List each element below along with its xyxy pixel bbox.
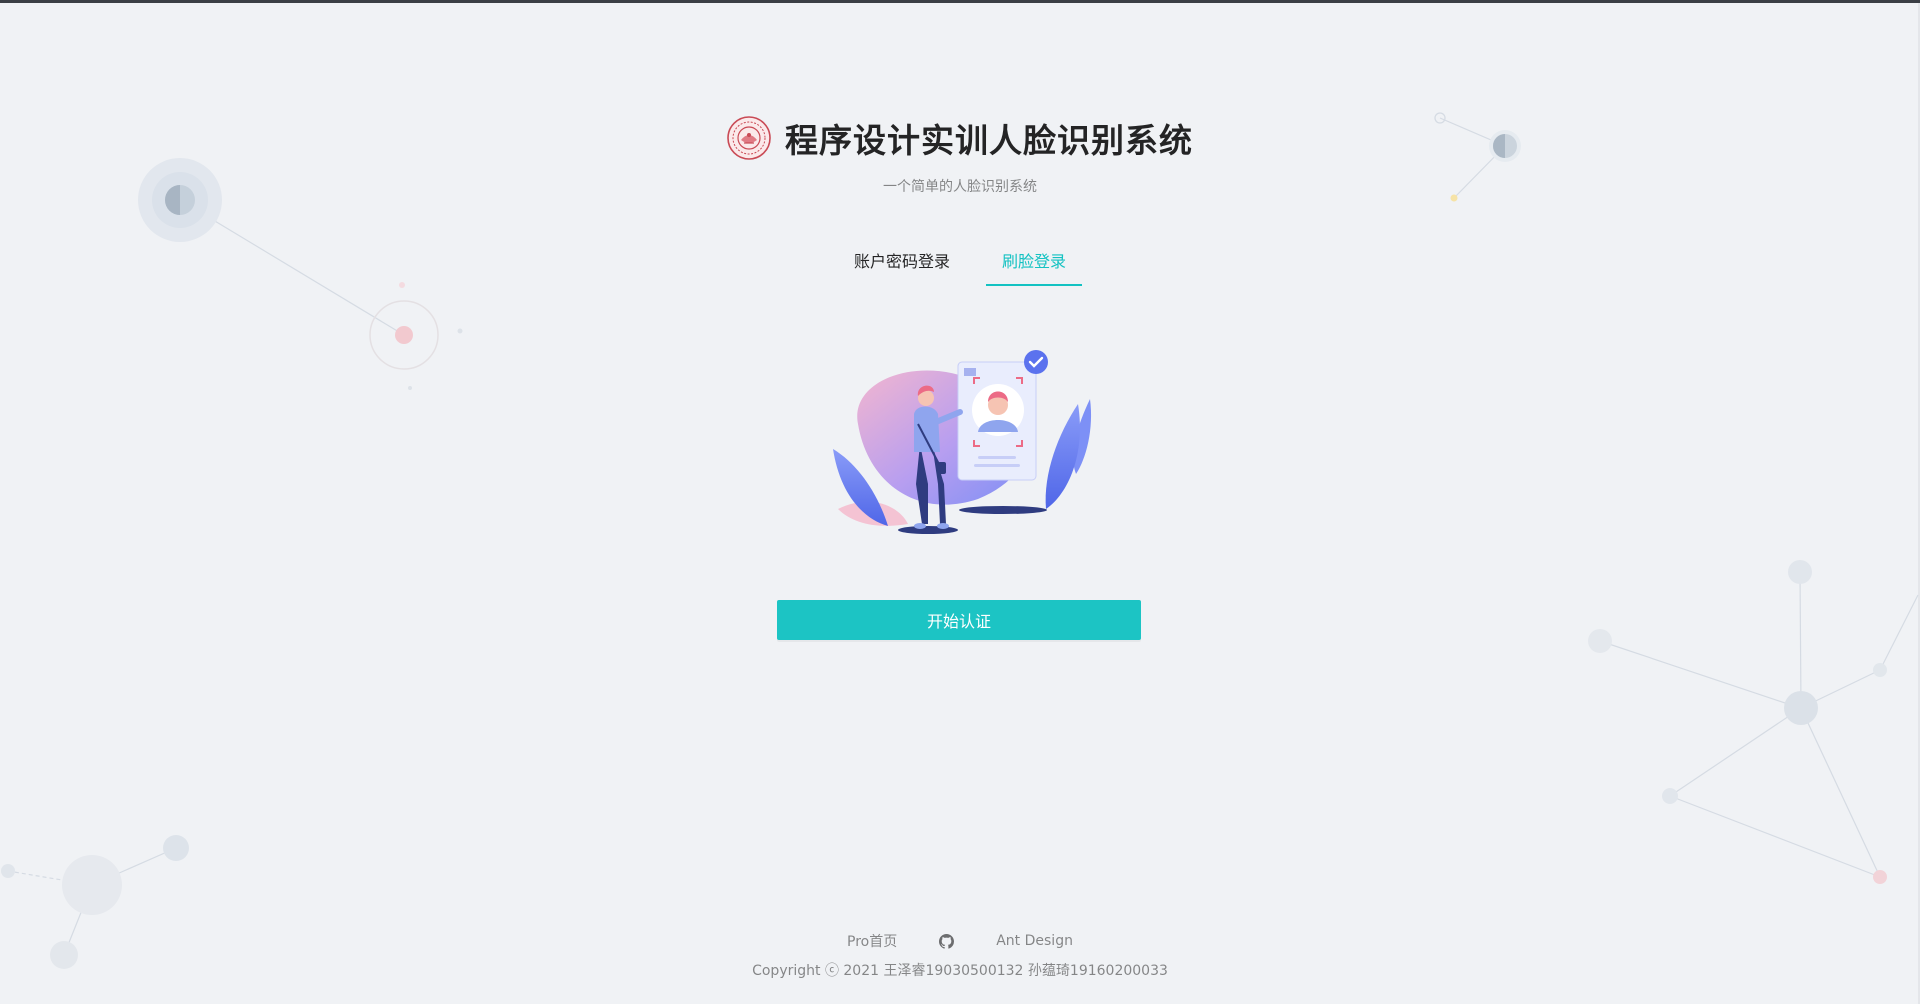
footer-links: Pro首页 Ant Design: [0, 930, 1920, 952]
login-header: 程序设计实训人脸识别系统 一个简单的人脸识别系统: [0, 110, 1920, 196]
github-icon: [939, 933, 955, 949]
footer-link-ant-design[interactable]: Ant Design: [996, 933, 1073, 949]
page-subtitle: 一个简单的人脸识别系统: [883, 179, 1037, 195]
tab-face-login[interactable]: 刷脸登录: [986, 238, 1083, 286]
tab-password-login[interactable]: 账户密码登录: [838, 238, 966, 286]
footer-link-pro-home[interactable]: Pro首页: [847, 931, 897, 951]
start-verification-button[interactable]: 开始认证: [777, 600, 1141, 640]
window-top-border: [0, 0, 1920, 3]
title-row: 程序设计实训人脸识别系统: [727, 110, 1193, 166]
copyright-text: Copyright ⓒ 2021 王泽睿19030500132 孙蕴琦19160…: [752, 963, 1168, 979]
page-footer: Pro首页 Ant Design Copyright ⓒ 2021 王泽睿190…: [0, 930, 1920, 980]
university-seal-icon: [727, 116, 771, 160]
face-recognition-illustration: [833, 350, 1092, 534]
footer-link-github[interactable]: [939, 933, 955, 949]
page-title: 程序设计实训人脸识别系统: [785, 121, 1193, 160]
login-tabs: 账户密码登录 刷脸登录: [0, 238, 1920, 286]
